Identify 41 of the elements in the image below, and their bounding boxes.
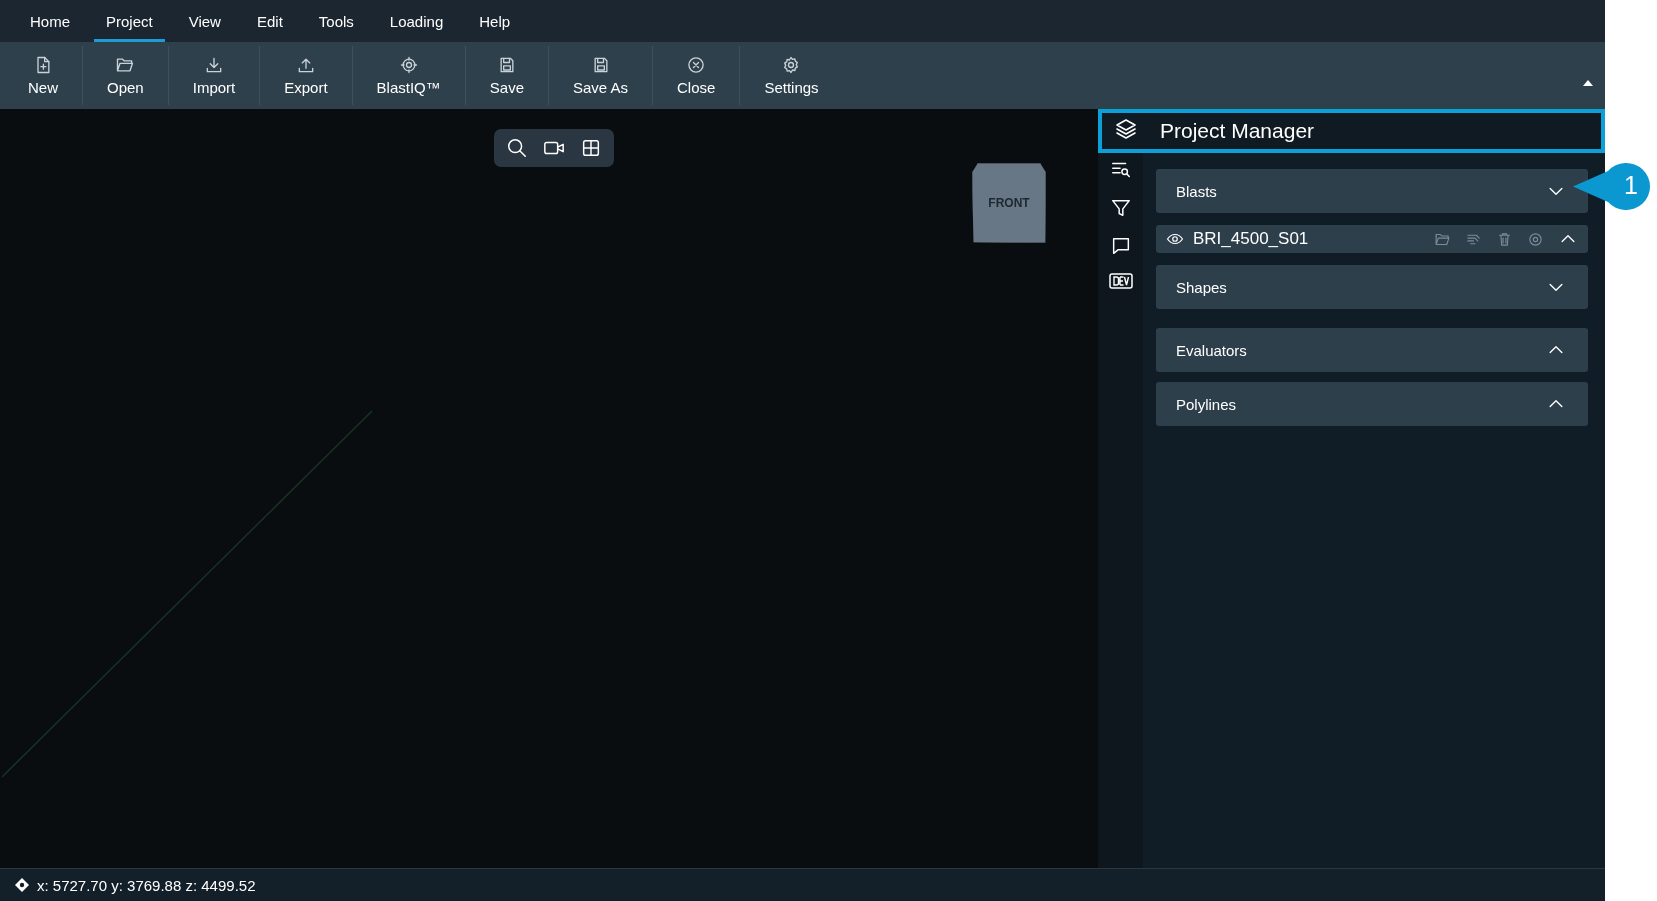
toolbar-button[interactable]: Settings	[740, 46, 843, 105]
crosshair-icon	[15, 878, 29, 892]
toolbar-button[interactable]: New	[4, 46, 83, 105]
accordion-header[interactable]: Polylines	[1156, 382, 1588, 426]
dev-icon[interactable]	[1108, 273, 1133, 289]
trash-icon	[1496, 230, 1513, 248]
section-label: Evaluators	[1176, 341, 1247, 359]
target-icon	[398, 55, 419, 75]
grid-icon	[580, 137, 602, 159]
accordion-header[interactable]: Blasts	[1156, 169, 1588, 213]
toolbar-button[interactable]: Save As	[549, 46, 654, 105]
toolbar-button[interactable]: Open	[83, 46, 169, 105]
filter-icon	[1109, 197, 1132, 219]
panel-title: Project Manager	[1160, 119, 1315, 143]
collapse-caret-icon[interactable]	[1583, 80, 1593, 86]
close-icon	[686, 55, 707, 75]
section-label: Polylines	[1176, 395, 1237, 413]
section-label: Blasts	[1176, 182, 1217, 200]
section-label: Shapes	[1176, 278, 1227, 296]
menu-tab[interactable]: View	[176, 0, 233, 42]
coordinates-text: x: 5727.70 y: 3769.88 z: 4499.52	[37, 876, 256, 894]
blast-name: BRI_4500_S01	[1193, 229, 1310, 249]
menu-tab[interactable]: Edit	[244, 0, 295, 42]
blast-row[interactable]: BRI_4500_S01	[1156, 225, 1588, 253]
layers-icon	[1114, 117, 1138, 141]
grid-button[interactable]	[580, 137, 602, 159]
menu-tab[interactable]: Loading	[377, 0, 456, 42]
accordion-header[interactable]: Evaluators	[1156, 328, 1588, 372]
callout-number: 1	[1624, 171, 1638, 200]
menu-tab[interactable]: Help	[467, 0, 523, 42]
toolbar-button[interactable]: Export	[260, 46, 353, 105]
toolbar-button[interactable]: Close	[653, 46, 741, 105]
menu-tab[interactable]: Home	[18, 0, 82, 42]
search-icon	[506, 137, 528, 159]
toolbar-button[interactable]: BlastIQ™	[352, 46, 466, 105]
toolbar-button[interactable]: Import	[168, 46, 261, 105]
menu-tab[interactable]: Tools	[306, 0, 366, 42]
settings-icon	[1527, 230, 1544, 248]
toolbar-button[interactable]: Save	[465, 46, 549, 105]
search-button[interactable]	[506, 137, 528, 159]
accordion-header[interactable]: Shapes	[1156, 265, 1588, 309]
